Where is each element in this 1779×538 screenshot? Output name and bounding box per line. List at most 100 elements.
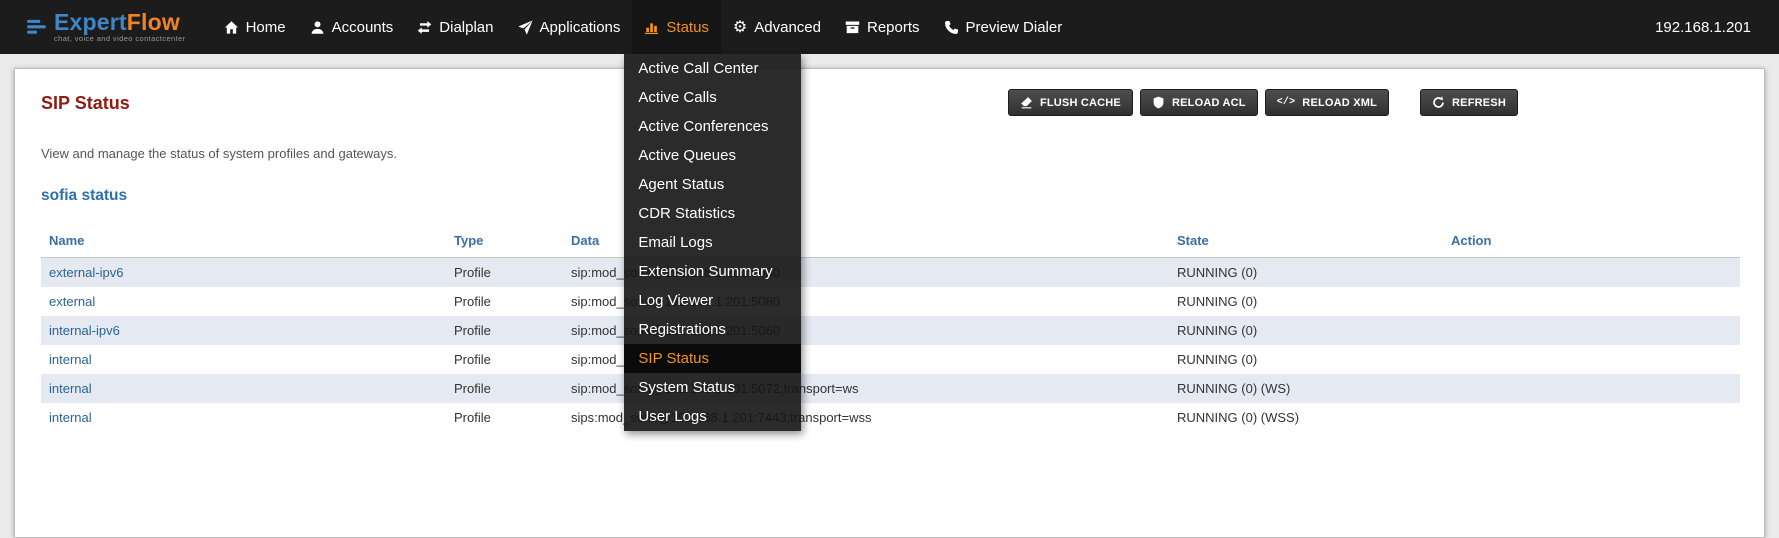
column-header-action[interactable]: Action bbox=[1443, 227, 1740, 258]
gear-icon: ⚙ bbox=[733, 20, 747, 35]
button-label: RELOAD XML bbox=[1302, 97, 1377, 109]
send-icon bbox=[518, 20, 533, 35]
column-header-name[interactable]: Name bbox=[41, 227, 446, 258]
column-header-type[interactable]: Type bbox=[446, 227, 563, 258]
table-row: externalProfilesip:mod_sofia@192.168.1.2… bbox=[41, 287, 1740, 316]
cell-name: internal-ipv6 bbox=[41, 316, 446, 345]
nav-item-label: Advanced bbox=[754, 19, 821, 36]
status-menu-item-system-status[interactable]: System Status bbox=[624, 373, 801, 402]
status-menu-item-active-calls[interactable]: Active Calls bbox=[624, 83, 801, 112]
refresh-icon bbox=[1432, 96, 1445, 109]
nav-item-dialplan[interactable]: Dialplan bbox=[405, 0, 505, 54]
status-menu-item-cdr-statistics[interactable]: CDR Statistics bbox=[624, 199, 801, 228]
nav-item-applications[interactable]: Applications bbox=[506, 0, 633, 54]
cell-name: internal bbox=[41, 345, 446, 374]
column-header-state[interactable]: State bbox=[1169, 227, 1443, 258]
nav-item-accounts[interactable]: Accounts bbox=[298, 0, 406, 54]
nav-item-status[interactable]: StatusActive Call CenterActive CallsActi… bbox=[632, 0, 721, 54]
brand-name-secondary: Flow bbox=[127, 9, 180, 35]
nav-item-label: Status bbox=[666, 19, 709, 36]
cell-type: Profile bbox=[446, 258, 563, 288]
cell-name: internal bbox=[41, 403, 446, 432]
cell-action bbox=[1443, 403, 1740, 432]
profile-name-link[interactable]: internal bbox=[49, 381, 92, 396]
profile-name-link[interactable]: external-ipv6 bbox=[49, 265, 123, 280]
cell-state: RUNNING (0) (WSS) bbox=[1169, 403, 1443, 432]
table-row: internalProfilesip:mod_sofia@192.168.1.2… bbox=[41, 374, 1740, 403]
code-icon: </> bbox=[1277, 96, 1296, 109]
cell-action bbox=[1443, 345, 1740, 374]
profile-name-link[interactable]: internal bbox=[49, 352, 92, 367]
toolbar: FLUSH CACHE RELOAD ACL </> RELOAD XML REFRES… bbox=[1008, 89, 1518, 116]
status-menu-item-agent-status[interactable]: Agent Status bbox=[624, 170, 801, 199]
cell-state: RUNNING (0) bbox=[1169, 258, 1443, 288]
cell-action bbox=[1443, 316, 1740, 345]
flush-cache-button[interactable]: FLUSH CACHE bbox=[1008, 89, 1133, 116]
nav-item-label: Preview Dialer bbox=[966, 19, 1063, 36]
status-menu-item-extension-summary[interactable]: Extension Summary bbox=[624, 257, 801, 286]
nav-item-advanced[interactable]: ⚙ Advanced bbox=[721, 0, 833, 54]
button-label: FLUSH CACHE bbox=[1040, 97, 1121, 109]
sofia-status-table: NameTypeDataStateAction external-ipv6 Pro… bbox=[41, 227, 1740, 432]
reload-acl-button[interactable]: RELOAD ACL bbox=[1140, 89, 1258, 116]
top-navbar: ExpertFlow chat, voice and video contact… bbox=[0, 0, 1779, 54]
cell-name: internal bbox=[41, 374, 446, 403]
status-menu-item-active-call-center[interactable]: Active Call Center bbox=[624, 54, 801, 83]
cell-type: Profile bbox=[446, 345, 563, 374]
table-row: external-ipv6Profilesip:mod_sofia@192.16… bbox=[41, 258, 1740, 288]
status-menu-item-user-logs[interactable]: User Logs bbox=[624, 402, 801, 431]
cell-state: RUNNING (0) bbox=[1169, 316, 1443, 345]
cell-action bbox=[1443, 258, 1740, 288]
profile-name-link[interactable]: internal bbox=[49, 410, 92, 425]
brand-name-primary: Expert bbox=[54, 9, 127, 35]
cell-state: RUNNING (0) bbox=[1169, 345, 1443, 374]
cell-state: RUNNING (0) bbox=[1169, 287, 1443, 316]
cell-type: Profile bbox=[446, 403, 563, 432]
expertflow-logo-icon bbox=[26, 16, 48, 38]
archive-icon bbox=[845, 20, 860, 35]
cell-type: Profile bbox=[446, 316, 563, 345]
shield-icon bbox=[1152, 96, 1165, 109]
cell-state: RUNNING (0) (WS) bbox=[1169, 374, 1443, 403]
phone-icon bbox=[944, 20, 959, 35]
nav-item-label: Accounts bbox=[332, 19, 394, 36]
status-menu-item-registrations[interactable]: Registrations bbox=[624, 315, 801, 344]
cell-type: Profile bbox=[446, 287, 563, 316]
nav-item-label: Reports bbox=[867, 19, 920, 36]
status-menu-item-log-viewer[interactable]: Log Viewer bbox=[624, 286, 801, 315]
nav-item-label: Home bbox=[246, 19, 286, 36]
button-label: RELOAD ACL bbox=[1172, 97, 1246, 109]
button-label: REFRESH bbox=[1452, 97, 1506, 109]
table-row: internal-ipv6Profilesip:mod_sofia@192.16… bbox=[41, 316, 1740, 345]
page-description: View and manage the status of system pro… bbox=[41, 146, 1738, 161]
refresh-button[interactable]: REFRESH bbox=[1420, 89, 1518, 116]
cell-action bbox=[1443, 374, 1740, 403]
nav-item-label: Applications bbox=[540, 19, 621, 36]
brand-name: ExpertFlow bbox=[54, 11, 186, 33]
brand-logo[interactable]: ExpertFlow chat, voice and video contact… bbox=[26, 11, 186, 43]
profile-name-link[interactable]: internal-ipv6 bbox=[49, 323, 120, 338]
cell-name: external bbox=[41, 287, 446, 316]
status-menu-item-active-queues[interactable]: Active Queues bbox=[624, 141, 801, 170]
cell-action bbox=[1443, 287, 1740, 316]
content-card: SIP Status View and manage the status of… bbox=[14, 68, 1765, 538]
status-menu-item-active-conferences[interactable]: Active Conferences bbox=[624, 112, 801, 141]
status-menu-item-sip-status[interactable]: SIP Status bbox=[624, 344, 801, 373]
status-dropdown-menu: Active Call CenterActive CallsActive Con… bbox=[624, 54, 801, 431]
chart-icon bbox=[644, 20, 659, 35]
transfer-icon bbox=[417, 20, 432, 35]
table-header-row: NameTypeDataStateAction bbox=[41, 227, 1740, 258]
user-icon bbox=[310, 20, 325, 35]
nav-item-preview-dialer[interactable]: Preview Dialer bbox=[932, 0, 1075, 54]
eraser-icon bbox=[1020, 96, 1033, 109]
cell-type: Profile bbox=[446, 374, 563, 403]
table-row: internalProfilesip:mod_sofia@192.168.1.2… bbox=[41, 345, 1740, 374]
home-icon bbox=[224, 20, 239, 35]
brand-tagline: chat, voice and video contactcenter bbox=[54, 34, 186, 43]
reload-xml-button[interactable]: </> RELOAD XML bbox=[1265, 89, 1389, 116]
nav-item-reports[interactable]: Reports bbox=[833, 0, 932, 54]
nav-item-home[interactable]: Home bbox=[212, 0, 298, 54]
main-nav: Home Accounts Dialplan Applications StatusAc… bbox=[212, 0, 1075, 54]
status-menu-item-email-logs[interactable]: Email Logs bbox=[624, 228, 801, 257]
profile-name-link[interactable]: external bbox=[49, 294, 95, 309]
